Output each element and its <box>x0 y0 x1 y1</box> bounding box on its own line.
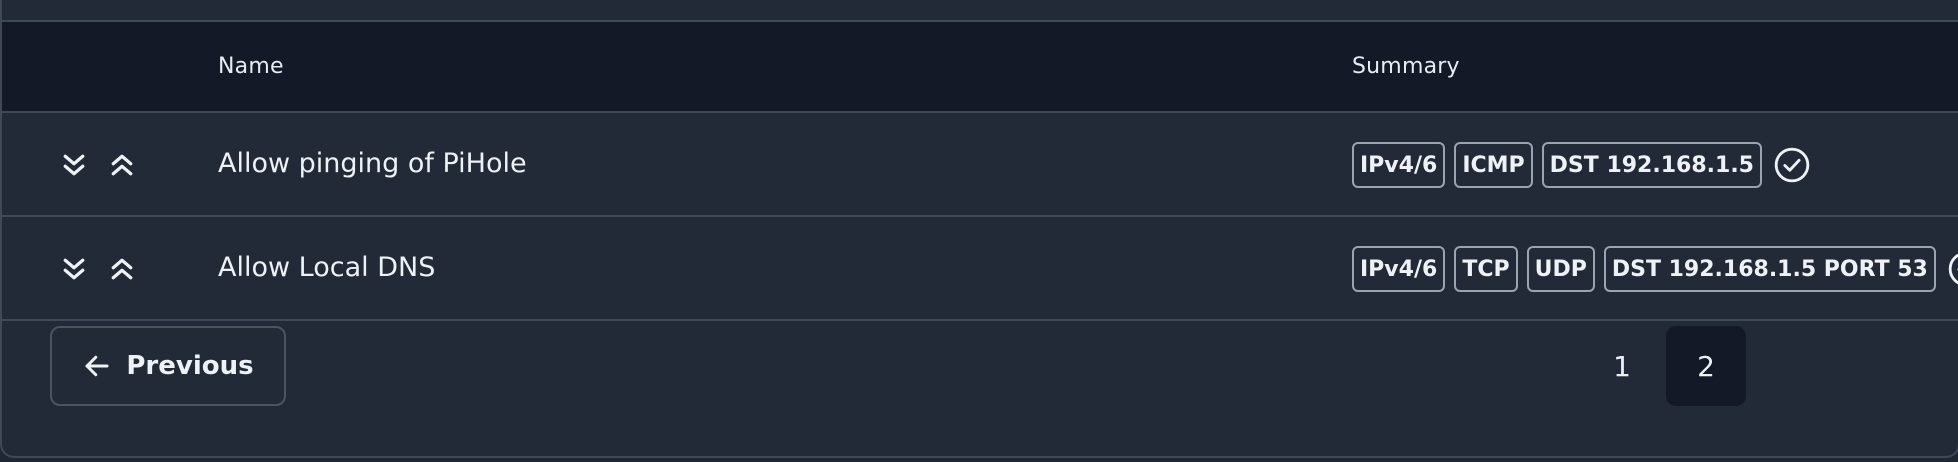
table-row: Allow Local DNS IPv4/6 TCP UDP DST 192.1… <box>2 217 1958 321</box>
rule-summary: IPv4/6 ICMP DST 192.168.1.5 <box>1352 140 1812 190</box>
chevrons-down-icon <box>63 154 85 176</box>
rule-name: Allow pinging of PiHole <box>218 148 527 179</box>
page-button-2-current[interactable]: 2 <box>1666 326 1746 406</box>
destination-tag: DST 192.168.1.5 PORT 53 <box>1603 246 1936 292</box>
protocol-family-tag: IPv4/6 <box>1352 142 1446 188</box>
chevrons-up-icon <box>111 154 133 176</box>
move-down-button[interactable] <box>58 253 90 285</box>
move-up-button[interactable] <box>106 253 138 285</box>
check-circle-icon <box>1772 145 1812 185</box>
check-circle-icon <box>1946 249 1958 289</box>
column-header-summary: Summary <box>1352 54 1460 79</box>
table-row: Allow pinging of PiHole IPv4/6 ICMP DST … <box>2 113 1958 217</box>
arrow-left-icon <box>85 355 109 377</box>
move-down-button[interactable] <box>58 149 90 181</box>
protocol-tag: UDP <box>1526 246 1595 292</box>
card-top-strip <box>2 0 1958 22</box>
previous-page-button[interactable]: Previous <box>50 326 286 406</box>
chevrons-up-icon <box>111 258 133 280</box>
chevrons-down-icon <box>63 258 85 280</box>
rules-table-card: Name Summary Allow pinging of PiHole IPv… <box>0 0 1958 458</box>
destination-tag: DST 192.168.1.5 <box>1541 142 1762 188</box>
page-button-1[interactable]: 1 <box>1582 326 1662 406</box>
rule-name: Allow Local DNS <box>218 252 436 283</box>
previous-page-label: Previous <box>126 351 254 381</box>
protocol-tag: TCP <box>1454 246 1518 292</box>
column-header-name: Name <box>218 54 284 79</box>
pagination: Previous 1 2 <box>2 321 1958 441</box>
move-up-button[interactable] <box>106 149 138 181</box>
rule-summary: IPv4/6 TCP UDP DST 192.168.1.5 PORT 53 <box>1352 244 1958 294</box>
protocol-tag: ICMP <box>1454 142 1533 188</box>
protocol-family-tag: IPv4/6 <box>1352 246 1446 292</box>
table-header: Name Summary <box>2 22 1958 113</box>
